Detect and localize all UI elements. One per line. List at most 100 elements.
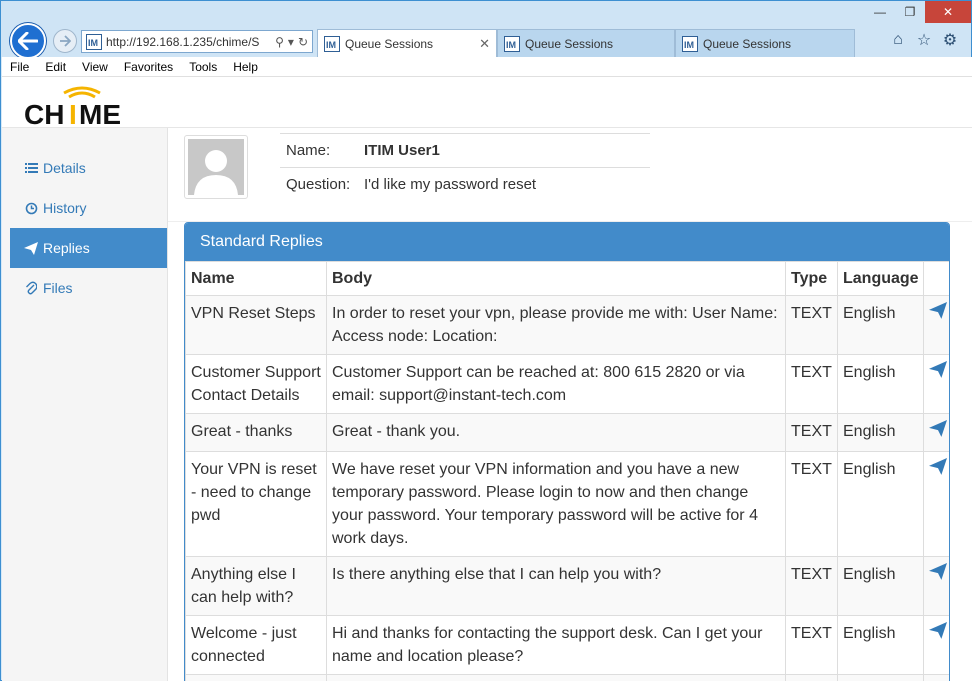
settings-gear-icon[interactable]: ⚙ bbox=[941, 31, 959, 49]
sidebar-item-files[interactable]: Files bbox=[10, 268, 167, 308]
question-label: Question: bbox=[286, 176, 351, 193]
menu-favorites[interactable]: Favorites bbox=[116, 60, 181, 74]
table-row: Welcome - just connected Hi and thanks fo… bbox=[185, 615, 949, 675]
site-favicon-icon: IM bbox=[682, 35, 698, 52]
dropdown-arrow-icon[interactable]: ▾ bbox=[288, 35, 294, 49]
standard-replies-panel: Standard Replies Name Body Type Language… bbox=[184, 222, 950, 681]
send-reply-cell[interactable] bbox=[923, 413, 949, 452]
send-reply-icon[interactable] bbox=[929, 622, 947, 640]
reply-body-cell: In order to reset your vpn, please provi… bbox=[326, 295, 786, 355]
maximize-button[interactable]: ❐ bbox=[895, 1, 925, 23]
sidebar-item-replies[interactable]: Replies bbox=[10, 228, 167, 268]
reply-body-cell: We have reset your VPN information and y… bbox=[326, 451, 786, 557]
column-header-body: Body bbox=[326, 261, 786, 296]
table-row: Anything else I can help with? Is there a… bbox=[185, 556, 949, 616]
close-window-button[interactable]: ✕ bbox=[925, 1, 971, 23]
tab-label: Queue Sessions bbox=[345, 36, 434, 51]
column-header-name: Name bbox=[185, 261, 327, 296]
avatar bbox=[184, 135, 248, 199]
reply-name-cell: /end bbox=[185, 674, 327, 681]
table-row: Great - thanks Great - thank you. TEXT Engl… bbox=[185, 413, 949, 452]
search-icon[interactable]: ⚲ bbox=[275, 35, 284, 49]
site-favicon-icon: IM bbox=[504, 35, 520, 52]
menu-bar: File Edit View Favorites Tools Help bbox=[2, 57, 972, 77]
reply-language-cell: English bbox=[837, 674, 924, 681]
reply-body-cell: Customer Support can be reached at: 800 … bbox=[326, 354, 786, 414]
send-reply-icon[interactable] bbox=[929, 302, 947, 320]
reply-body-cell: Hi and thanks for contacting the support… bbox=[326, 615, 786, 675]
reply-language-cell: English bbox=[837, 295, 924, 355]
column-header-type: Type bbox=[785, 261, 838, 296]
svg-text:I: I bbox=[69, 99, 77, 127]
replies-table-body: VPN Reset Steps In order to reset your vp… bbox=[185, 295, 949, 681]
session-info: Name: ITIM User1 Question: I'd like my p… bbox=[280, 133, 650, 201]
svg-text:IM: IM bbox=[88, 38, 98, 48]
send-reply-cell[interactable] bbox=[923, 451, 949, 557]
reply-type-cell: TEXT bbox=[785, 674, 838, 681]
tab-label: Queue Sessions bbox=[703, 36, 792, 51]
send-reply-cell[interactable] bbox=[923, 354, 949, 414]
svg-text:IM: IM bbox=[326, 40, 336, 50]
back-button[interactable] bbox=[10, 23, 46, 59]
svg-text:IM: IM bbox=[684, 40, 694, 50]
tab-queue-sessions-3[interactable]: IM Queue Sessions bbox=[675, 29, 855, 57]
refresh-icon[interactable]: ↻ bbox=[298, 35, 308, 49]
reply-type-cell: TEXT bbox=[785, 615, 838, 675]
address-url[interactable]: http://192.168.1.235/chime/S bbox=[106, 35, 271, 49]
reply-type-cell: TEXT bbox=[785, 556, 838, 616]
table-row: /end/endTEXTEnglish bbox=[185, 674, 949, 681]
window-controls: — ❐ ✕ bbox=[865, 1, 971, 23]
sidebar-item-history[interactable]: History bbox=[10, 188, 167, 228]
send-reply-icon[interactable] bbox=[929, 458, 947, 476]
reply-language-cell: English bbox=[837, 354, 924, 414]
send-reply-cell[interactable] bbox=[923, 615, 949, 675]
tab-queue-sessions-2[interactable]: IM Queue Sessions bbox=[497, 29, 675, 57]
minimize-button[interactable]: — bbox=[865, 1, 895, 23]
name-value: ITIM User1 bbox=[364, 142, 440, 159]
browser-window: IM http://192.168.1.235/chime/S ⚲ ▾ ↻ IM… bbox=[0, 0, 972, 681]
table-row: VPN Reset Steps In order to reset your vp… bbox=[185, 295, 949, 355]
chime-logo: CH I ME bbox=[24, 86, 121, 127]
svg-text:IM: IM bbox=[506, 40, 516, 50]
send-reply-cell[interactable] bbox=[923, 556, 949, 616]
menu-view[interactable]: View bbox=[74, 60, 116, 74]
site-favicon-icon: IM bbox=[86, 33, 102, 50]
favorites-star-icon[interactable]: ☆ bbox=[915, 31, 933, 49]
tab-close-icon[interactable]: ✕ bbox=[479, 36, 490, 52]
menu-help[interactable]: Help bbox=[225, 60, 266, 74]
forward-button[interactable] bbox=[53, 29, 77, 53]
send-reply-cell[interactable] bbox=[923, 674, 949, 681]
send-reply-cell[interactable] bbox=[923, 295, 949, 355]
reply-type-cell: TEXT bbox=[785, 295, 838, 355]
user-silhouette-icon bbox=[194, 150, 238, 195]
paperclip-icon bbox=[24, 281, 38, 295]
reply-name-cell: Great - thanks bbox=[185, 413, 327, 452]
send-reply-icon[interactable] bbox=[929, 361, 947, 379]
question-value: I'd like my password reset bbox=[364, 176, 537, 193]
send-reply-icon[interactable] bbox=[929, 420, 947, 438]
menu-file[interactable]: File bbox=[2, 60, 37, 74]
sidebar-item-details[interactable]: Details bbox=[10, 148, 167, 188]
sidebar: Details History Replies Files bbox=[2, 128, 168, 681]
browser-titlebar: IM http://192.168.1.235/chime/S ⚲ ▾ ↻ IM… bbox=[1, 1, 971, 59]
sidebar-item-label: History bbox=[43, 200, 87, 216]
menu-edit[interactable]: Edit bbox=[37, 60, 74, 74]
reply-name-cell: Customer Support Contact Details bbox=[185, 354, 327, 414]
reply-body-cell: Great - thank you. bbox=[326, 413, 786, 452]
address-bar[interactable]: IM http://192.168.1.235/chime/S ⚲ ▾ ↻ bbox=[81, 30, 313, 53]
tab-queue-sessions-1[interactable]: IM Queue Sessions ✕ bbox=[317, 29, 497, 57]
svg-text:ME: ME bbox=[79, 99, 121, 127]
sidebar-item-label: Replies bbox=[43, 240, 90, 256]
reply-body-cell: Is there anything else that I can help y… bbox=[326, 556, 786, 616]
home-icon[interactable]: ⌂ bbox=[889, 31, 907, 49]
svg-text:CH: CH bbox=[24, 99, 64, 127]
send-reply-icon[interactable] bbox=[929, 563, 947, 581]
menu-tools[interactable]: Tools bbox=[181, 60, 225, 74]
sidebar-item-label: Files bbox=[43, 280, 73, 296]
send-icon bbox=[24, 241, 38, 255]
arrow-left-icon bbox=[18, 32, 38, 50]
table-row: Customer Support Contact Details Customer… bbox=[185, 354, 949, 414]
reply-body-cell: /end bbox=[326, 674, 786, 681]
sidebar-item-label: Details bbox=[43, 160, 86, 176]
question-row: Question: I'd like my password reset bbox=[280, 167, 650, 201]
